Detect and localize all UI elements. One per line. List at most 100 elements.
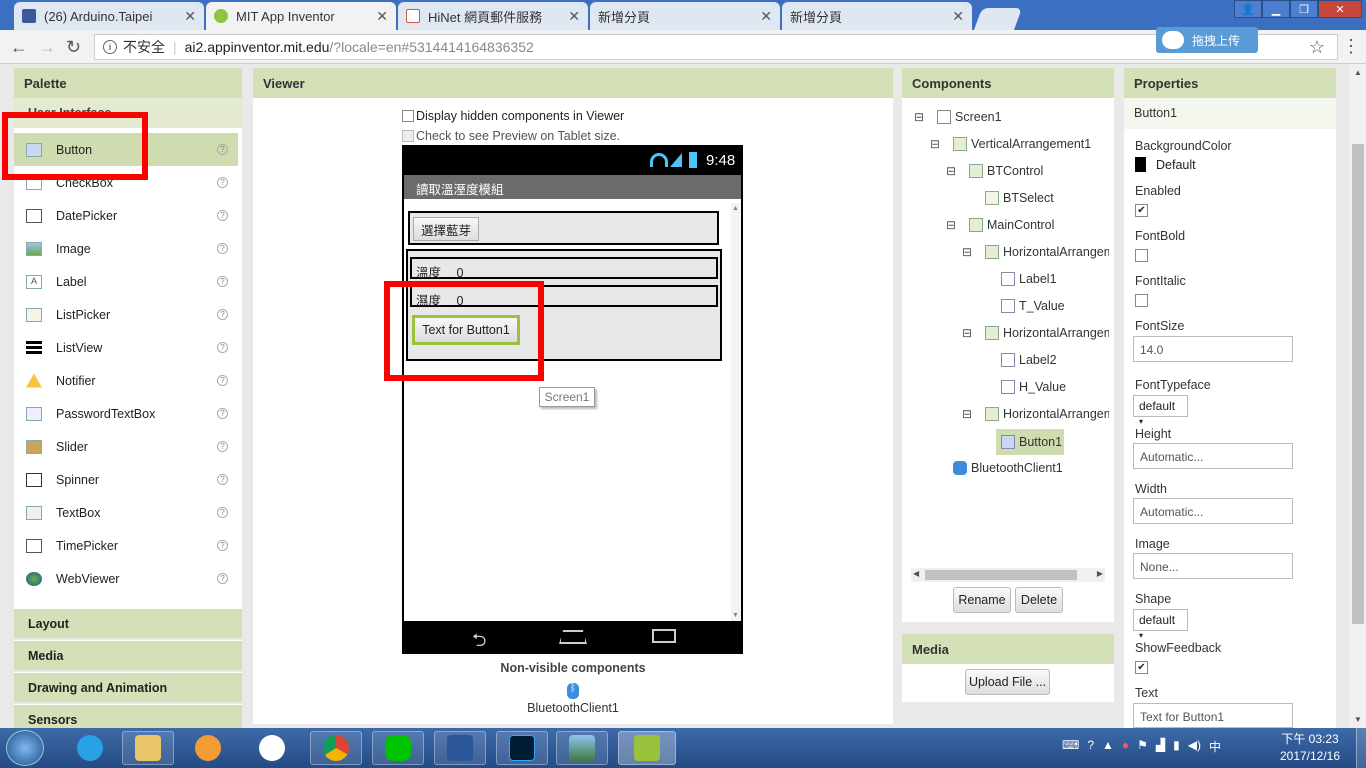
collapse-verticalarrangement1[interactable]: ⊟ xyxy=(930,137,940,151)
collapse-horizontalarrangement1[interactable]: ⊟ xyxy=(962,245,972,259)
tablet-preview-option[interactable]: Check to see Preview on Tablet size. xyxy=(402,129,620,143)
tree-item-btcontrol[interactable]: BTControl xyxy=(969,164,1043,178)
tree-item-btselect[interactable]: BTSelect xyxy=(985,191,1054,205)
keyboard-icon[interactable]: ⌨ xyxy=(1062,738,1079,755)
volume-icon[interactable]: ◀) xyxy=(1188,738,1201,755)
tree-item-button1[interactable]: Button1 xyxy=(996,429,1064,455)
scroll-up-icon[interactable]: ▲ xyxy=(732,205,739,212)
scrollbar-thumb[interactable] xyxy=(925,570,1077,580)
page-scrollbar[interactable]: ▲ ▼ xyxy=(1350,64,1366,728)
baidu-cloud-icon[interactable] xyxy=(248,731,296,765)
tree-item-horizontalarrangement1[interactable]: HorizontalArrangement1 xyxy=(985,245,1109,259)
close-window-icon[interactable]: ✕ xyxy=(1318,0,1362,18)
back-nav-icon[interactable]: ⮌ xyxy=(472,628,486,658)
palette-item-timepicker[interactable]: TimePicker ? xyxy=(14,529,238,562)
bt-control-arrangement[interactable]: 選擇藍芽 xyxy=(408,211,719,245)
close-tab-icon[interactable]: ✕ xyxy=(184,8,196,25)
collapse-horizontalarrangement2[interactable]: ⊟ xyxy=(962,326,972,340)
fontsize-input[interactable]: 14.0 xyxy=(1133,336,1293,362)
phone-scrollbar[interactable]: ▲ ▼ xyxy=(731,203,741,621)
tab-hinet-mail[interactable]: HiNet 網頁郵件服務 ✕ xyxy=(398,2,588,30)
tree-item-t-value[interactable]: T_Value xyxy=(1001,299,1065,313)
tree-item-horizontalarrangement2[interactable]: HorizontalArrangement2 xyxy=(985,326,1109,340)
user-icon[interactable]: 👤 xyxy=(1234,0,1262,18)
arduino-app-icon[interactable] xyxy=(618,731,676,765)
help-icon[interactable]: ? xyxy=(217,309,228,320)
word-icon[interactable] xyxy=(434,731,486,765)
help-icon[interactable]: ? xyxy=(217,243,228,254)
enabled-checkbox[interactable]: ✔ xyxy=(1135,204,1148,217)
help-icon[interactable]: ? xyxy=(217,507,228,518)
tab-new-tab-2[interactable]: 新增分頁 ✕ xyxy=(782,2,972,30)
media-player-icon[interactable] xyxy=(184,731,232,765)
antivirus-icon[interactable]: ● xyxy=(1122,738,1129,755)
scroll-left-icon[interactable]: ◀ xyxy=(913,569,919,578)
text-input[interactable]: Text for Button1 xyxy=(1133,703,1293,728)
collapse-maincontrol[interactable]: ⊟ xyxy=(946,218,956,232)
chrome-icon[interactable] xyxy=(310,731,362,765)
rename-button[interactable]: Rename xyxy=(953,587,1011,613)
maximize-icon[interactable]: ❐ xyxy=(1290,0,1318,18)
help-icon[interactable]: ? xyxy=(217,276,228,287)
help-icon[interactable]: ? xyxy=(217,441,228,452)
bt-select-button[interactable]: 選擇藍芽 xyxy=(413,217,479,241)
photoshop-icon[interactable] xyxy=(496,731,548,765)
forward-icon[interactable]: → xyxy=(38,37,56,58)
network-icon[interactable]: ▟ xyxy=(1156,738,1165,755)
language-icon[interactable]: 中 xyxy=(1209,738,1221,755)
showfeedback-checkbox[interactable]: ✔ xyxy=(1135,661,1148,674)
tree-item-screen1[interactable]: Screen1 xyxy=(937,110,1002,124)
close-tab-icon[interactable]: ✕ xyxy=(376,8,388,25)
menu-icon[interactable]: ⋮ xyxy=(1342,36,1360,57)
backgroundcolor-picker[interactable]: Default xyxy=(1135,157,1196,172)
fonttypeface-dropdown[interactable]: default ▾ xyxy=(1133,395,1188,426)
tree-item-label2[interactable]: Label2 xyxy=(1001,353,1057,367)
tree-item-label1[interactable]: Label1 xyxy=(1001,272,1057,286)
ie-icon[interactable] xyxy=(70,731,110,765)
palette-item-listview[interactable]: ListView ? xyxy=(14,331,238,364)
height-input[interactable]: Automatic... xyxy=(1133,443,1293,469)
temperature-row[interactable]: 溫度 0 xyxy=(410,257,718,280)
palette-category-layout[interactable]: Layout xyxy=(14,608,242,638)
palette-item-spinner[interactable]: Spinner ? xyxy=(14,463,238,496)
tree-item-horizontalarrangement3[interactable]: HorizontalArrangement3 xyxy=(985,407,1109,421)
help-icon[interactable]: ? xyxy=(217,144,228,155)
help-icon[interactable]: ? xyxy=(217,474,228,485)
width-input[interactable]: Automatic... xyxy=(1133,498,1293,524)
scroll-down-icon[interactable]: ▼ xyxy=(1354,715,1362,724)
help-icon[interactable]: ? xyxy=(217,210,228,221)
recents-nav-icon[interactable] xyxy=(652,629,676,643)
tray-expand-icon[interactable]: ▲ xyxy=(1102,738,1114,755)
palette-item-label[interactable]: A Label ? xyxy=(14,265,238,298)
palette-category-media[interactable]: Media xyxy=(14,640,242,670)
nonvisible-item[interactable]: BluetoothClient1 xyxy=(253,701,893,715)
scroll-up-icon[interactable]: ▲ xyxy=(1354,68,1362,77)
bluetooth-icon[interactable]: ᛒ xyxy=(567,683,579,699)
close-tab-icon[interactable]: ✕ xyxy=(952,8,964,25)
tab-new-tab-1[interactable]: 新增分頁 ✕ xyxy=(590,2,780,30)
help-icon[interactable]: ? xyxy=(217,177,228,188)
palette-item-image[interactable]: Image ? xyxy=(14,232,238,265)
file-explorer-icon[interactable] xyxy=(122,731,174,765)
help-tray-icon[interactable]: ? xyxy=(1087,738,1094,755)
palette-item-slider[interactable]: Slider ? xyxy=(14,430,238,463)
show-desktop-button[interactable] xyxy=(1356,728,1366,768)
close-tab-icon[interactable]: ✕ xyxy=(760,8,772,25)
scrollbar-thumb[interactable] xyxy=(1352,144,1364,624)
scroll-right-icon[interactable]: ▶ xyxy=(1097,569,1103,578)
battery-tray-icon[interactable]: ▮ xyxy=(1173,738,1180,755)
bookmark-star-icon[interactable]: ☆ xyxy=(1309,37,1325,58)
help-icon[interactable]: ? xyxy=(217,342,228,353)
tab-arduino-taipei[interactable]: (26) Arduino.Taipei ✕ xyxy=(14,2,204,30)
palette-category-sensors[interactable]: Sensors xyxy=(14,704,242,728)
tree-item-h-value[interactable]: H_Value xyxy=(1001,380,1066,394)
fontbold-checkbox[interactable] xyxy=(1135,249,1148,262)
palette-item-listpicker[interactable]: ListPicker ? xyxy=(14,298,238,331)
palette-item-passwordtextbox[interactable]: PasswordTextBox ? xyxy=(14,397,238,430)
collapse-btcontrol[interactable]: ⊟ xyxy=(946,164,956,178)
taskbar-clock[interactable]: 下午 03:23 2017/12/16 xyxy=(1270,731,1350,765)
close-tab-icon[interactable]: ✕ xyxy=(568,8,580,25)
collapse-horizontalarrangement3[interactable]: ⊟ xyxy=(962,407,972,421)
hidden-components-checkbox[interactable] xyxy=(402,110,414,122)
address-bar[interactable]: i 不安全 | ai2.appinventor.mit.edu /?locale… xyxy=(94,34,1338,60)
